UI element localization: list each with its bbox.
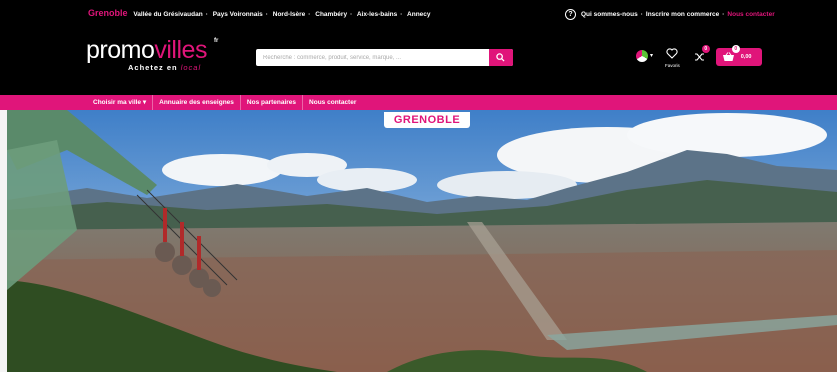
separator: · <box>205 11 208 18</box>
logo-suffix: fr <box>214 38 219 44</box>
nav-directory[interactable]: Annuaire des enseignes <box>153 95 241 110</box>
chevron-down-icon[interactable]: ▾ <box>650 52 653 59</box>
compare-count-badge: 0 <box>701 45 710 53</box>
separator: · <box>265 11 268 18</box>
city-link-chambery[interactable]: Chambéry <box>315 11 347 18</box>
logo-tagline: Achetez en local <box>128 63 202 72</box>
cart-button[interactable]: 0 0,00 <box>715 45 762 66</box>
city-link-aix-les-bains[interactable]: Aix-les-bains <box>357 11 397 18</box>
basket-icon <box>722 52 734 61</box>
user-actions: ▾ Favoris 0 0 0,00 <box>636 45 762 70</box>
city-links: Grenoble Vallée du Grésivaudan · Pays Voi… <box>88 8 431 18</box>
city-link-gresivaudan[interactable]: Vallée du Grésivaudan <box>133 11 202 18</box>
top-links: ? Qui sommes-nous · Inscrire mon commerce… <box>565 9 775 20</box>
page-margin <box>0 110 7 372</box>
hero-banner <box>7 110 837 372</box>
separator: · <box>350 11 353 18</box>
separator: · <box>308 11 311 18</box>
search-input[interactable] <box>256 49 489 66</box>
hero-city-panorama <box>7 110 837 372</box>
separator: · <box>400 11 403 18</box>
nav-partners[interactable]: Nos partenaires <box>241 95 304 110</box>
current-city[interactable]: Grenoble <box>88 8 128 18</box>
question-icon: ? <box>565 9 576 20</box>
register-shop-link[interactable]: Inscrire mon commerce <box>646 11 719 18</box>
contact-link[interactable]: Nous contacter <box>727 11 774 18</box>
search-bar <box>256 49 513 66</box>
header: promovilles fr Achetez en local ▾ Favori… <box>0 28 837 95</box>
search-icon <box>496 53 505 62</box>
city-link-nord-isere[interactable]: Nord-Isère <box>273 11 306 18</box>
compare-button[interactable]: 0 <box>694 45 710 67</box>
heart-icon <box>666 48 678 59</box>
main-nav: Choisir ma ville ▾ Annuaire des enseigne… <box>0 95 837 110</box>
logo-wordmark: promovilles <box>86 36 207 64</box>
search-button[interactable] <box>489 49 513 66</box>
nav-contact[interactable]: Nous contacter <box>303 95 362 110</box>
city-link-annecy[interactable]: Annecy <box>407 11 430 18</box>
logo[interactable]: promovilles fr Achetez en local <box>86 36 218 72</box>
chevron-down-icon: ▾ <box>142 99 147 106</box>
cart-amount: 0,00 <box>740 54 752 60</box>
nav-choose-city[interactable]: Choisir ma ville ▾ <box>87 95 154 110</box>
cart-count-badge: 0 <box>731 45 740 53</box>
city-link-voironnais[interactable]: Pays Voironnais <box>213 11 263 18</box>
shuffle-icon <box>694 53 704 61</box>
favorites-label: Favoris <box>665 63 680 68</box>
top-bar: Grenoble Vallée du Grésivaudan · Pays Voi… <box>0 0 837 28</box>
hero-city-label: GRENOBLE <box>384 112 470 128</box>
about-link[interactable]: Qui sommes-nous <box>581 11 638 18</box>
favorites-button[interactable]: Favoris <box>665 46 680 68</box>
separator: · <box>722 11 725 18</box>
language-flag-icon[interactable] <box>636 50 648 62</box>
separator: · <box>640 11 643 18</box>
